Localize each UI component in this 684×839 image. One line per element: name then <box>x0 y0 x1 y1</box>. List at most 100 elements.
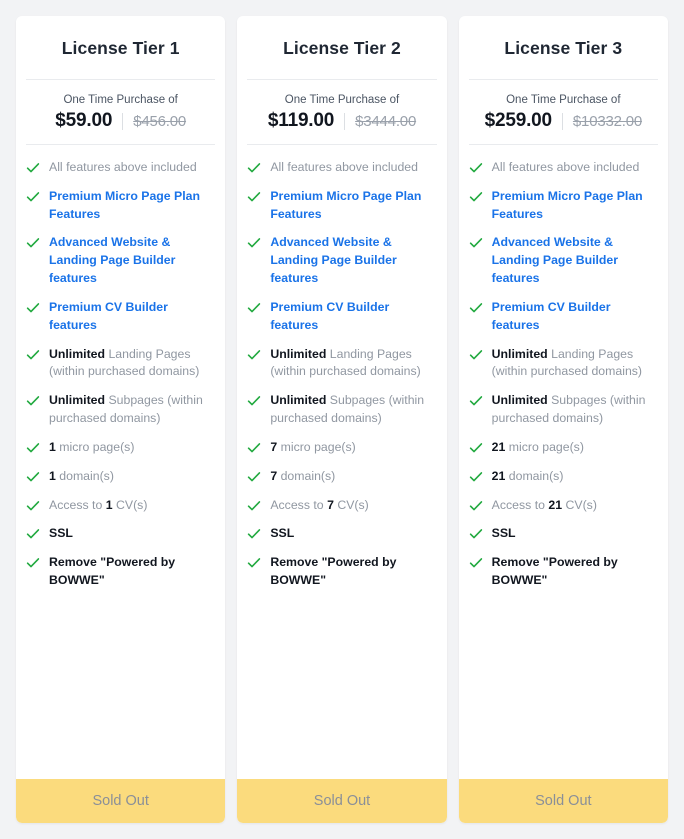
feature-label: 7 domain(s) <box>270 468 335 486</box>
feature-label: Remove "Powered by BOWWE" <box>491 555 618 588</box>
feature-item: SSL <box>469 525 658 543</box>
check-icon <box>26 556 40 570</box>
check-icon <box>26 441 40 455</box>
feature-item: All features above included <box>26 159 215 177</box>
feature-label: Access to 7 CV(s) <box>270 497 368 515</box>
feature-item: Premium CV Builder features <box>469 299 658 335</box>
check-icon <box>247 190 261 204</box>
feature-label: 21 micro page(s) <box>492 439 584 457</box>
feature-item: Access to 7 CV(s) <box>247 497 436 515</box>
feature-item: 7 micro page(s) <box>247 439 436 457</box>
check-icon <box>469 236 483 250</box>
check-icon <box>247 348 261 362</box>
feature-item: SSL <box>247 525 436 543</box>
price-row: $59.00 $456.00 <box>26 110 215 132</box>
feature-item: Access to 21 CV(s) <box>469 497 658 515</box>
price-original: $3444.00 <box>355 112 417 130</box>
plan-card: License Tier 2 One Time Purchase of $119.0… <box>237 16 447 823</box>
check-icon <box>26 301 40 315</box>
price-block: One Time Purchase of $119.00 $3444.00 <box>237 80 446 144</box>
feature-label: Remove "Powered by BOWWE" <box>270 555 397 588</box>
feature-rest: micro page(s) <box>55 439 135 454</box>
feature-item: Premium CV Builder features <box>247 299 436 335</box>
price-caption: One Time Purchase of <box>284 94 400 106</box>
feature-item: Unlimited Subpages (within purchased dom… <box>26 392 215 428</box>
feature-item: 21 micro page(s) <box>469 439 658 457</box>
check-icon <box>469 470 483 484</box>
check-icon <box>26 394 40 408</box>
feature-label: SSL <box>491 526 516 541</box>
feature-item: 1 micro page(s) <box>26 439 215 457</box>
feature-item: Unlimited Landing Pages (within purchase… <box>247 346 436 382</box>
price-block: One Time Purchase of $59.00 $456.00 <box>16 80 225 144</box>
feature-label: Unlimited Landing Pages (within purchase… <box>49 346 215 382</box>
check-icon <box>469 190 483 204</box>
check-icon <box>469 301 483 315</box>
feature-label: Premium CV Builder features <box>270 299 390 332</box>
check-icon <box>247 301 261 315</box>
feature-label: All features above included <box>491 160 640 174</box>
feature-item: Remove "Powered by BOWWE" <box>469 554 658 590</box>
price-current: $119.00 <box>267 110 335 131</box>
sold-out-button[interactable]: Sold Out <box>458 779 668 823</box>
check-icon <box>26 161 40 175</box>
feature-item: All features above included <box>469 159 658 177</box>
feature-label: All features above included <box>270 160 418 174</box>
check-icon <box>469 161 483 175</box>
feature-label: Unlimited Landing Pages (within purchase… <box>270 346 436 382</box>
check-icon <box>247 556 261 570</box>
check-icon <box>469 348 483 362</box>
price-current: $59.00 <box>55 110 113 131</box>
feature-label: Access to 21 CV(s) <box>492 497 597 515</box>
pricing-plans-grid: License Tier 1 One Time Purchase of $59.00… <box>0 0 684 839</box>
check-icon <box>26 527 40 541</box>
feature-label: Unlimited Subpages (within purchased dom… <box>49 392 215 428</box>
feature-rest: micro page(s) <box>277 439 356 454</box>
feature-highlight: 1 <box>49 468 56 483</box>
check-icon <box>469 527 483 541</box>
feature-item: Premium Micro Page Plan Features <box>469 188 658 224</box>
feature-item: Advanced Website & Landing Page Builder … <box>247 234 436 287</box>
feature-item: Unlimited Subpages (within purchased dom… <box>247 392 436 428</box>
feature-rest: domain(s) <box>277 468 336 483</box>
feature-label: Advanced Website & Landing Page Builder … <box>270 235 397 286</box>
check-icon <box>26 348 40 362</box>
feature-label: Advanced Website & Landing Page Builder … <box>491 235 619 286</box>
feature-label: Unlimited Subpages (within purchased dom… <box>492 392 658 428</box>
feature-label: 7 micro page(s) <box>270 439 355 457</box>
sold-out-button[interactable]: Sold Out <box>237 779 447 823</box>
check-icon <box>469 394 483 408</box>
feature-item: 7 domain(s) <box>247 468 436 486</box>
check-icon <box>247 394 261 408</box>
price-separator <box>561 112 563 130</box>
feature-item: Unlimited Subpages (within purchased dom… <box>469 392 658 428</box>
feature-list: All features above included Premium Micro… <box>459 145 668 779</box>
feature-highlight: Unlimited <box>49 346 106 361</box>
check-icon <box>247 527 261 541</box>
feature-label: 1 micro page(s) <box>49 439 134 457</box>
price-caption: One Time Purchase of <box>506 94 621 106</box>
check-icon <box>469 499 483 513</box>
check-icon <box>26 236 40 250</box>
feature-item: Advanced Website & Landing Page Builder … <box>26 234 215 287</box>
feature-highlight: 7 <box>327 497 334 512</box>
feature-label: 21 domain(s) <box>492 468 564 486</box>
feature-item: Advanced Website & Landing Page Builder … <box>469 234 658 287</box>
feature-label: Premium CV Builder features <box>491 299 611 332</box>
plan-title: License Tier 2 <box>283 38 401 58</box>
feature-label: Advanced Website & Landing Page Builder … <box>49 235 176 286</box>
sold-out-button[interactable]: Sold Out <box>16 779 226 823</box>
feature-label: Access to 1 CV(s) <box>49 497 147 515</box>
check-icon <box>26 190 40 204</box>
feature-rest: domain(s) <box>505 468 564 483</box>
feature-highlight: Unlimited <box>270 393 327 408</box>
feature-label: 1 domain(s) <box>49 468 114 486</box>
plan-title: License Tier 3 <box>504 38 623 58</box>
check-icon <box>469 556 483 570</box>
feature-item: Premium CV Builder features <box>26 299 215 335</box>
check-icon <box>469 441 483 455</box>
feature-item: 1 domain(s) <box>26 468 215 486</box>
feature-highlight: 1 <box>105 497 113 512</box>
feature-item: Unlimited Landing Pages (within purchase… <box>26 346 215 382</box>
feature-item: 21 domain(s) <box>469 468 658 486</box>
